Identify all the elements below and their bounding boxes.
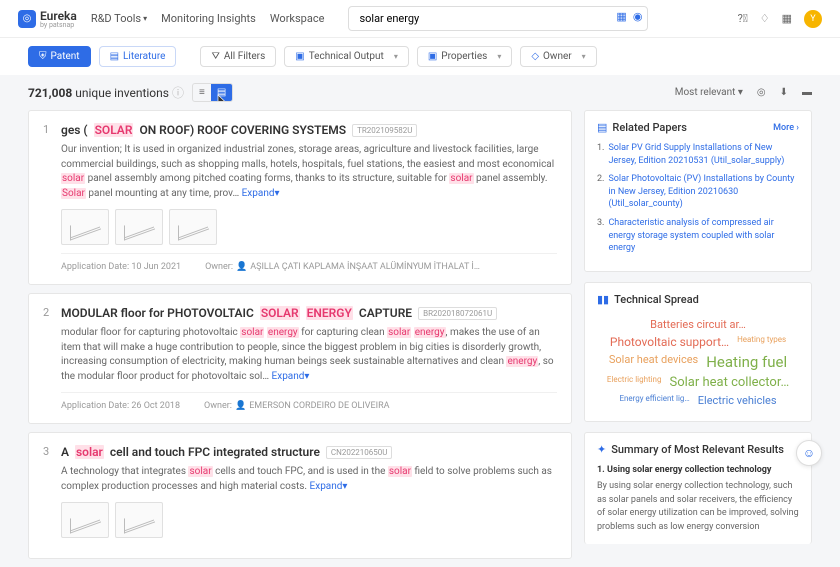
view-toggle[interactable]: ≡ ▤ [192, 83, 233, 102]
owner: Owner: 👤 AŞILLA ÇATI KAPLAMA İNŞAAT ALÜM… [205, 262, 480, 272]
logo-subtext: by patsnap [40, 21, 77, 29]
tab-literature[interactable]: ▤Literature [99, 46, 177, 67]
bell-icon[interactable]: ♢ [760, 12, 770, 25]
technical-spread-card: ▮▮Technical Spread Batteries circuit ar…… [584, 282, 812, 422]
view-list-icon: ≡ [193, 84, 211, 101]
result-number: 3 [43, 445, 51, 546]
cloud-term[interactable]: Solar heat devices [609, 353, 698, 371]
cloud-term[interactable]: Heating types [737, 335, 786, 349]
more-link[interactable]: More › [773, 123, 799, 133]
cloud-term[interactable]: Batteries circuit ar… [650, 318, 746, 331]
result-snippet: modular floor for capturing photovoltaic… [61, 326, 557, 384]
tab-patent[interactable]: ⛨Patent [28, 46, 91, 67]
camera-icon[interactable]: ◉ [633, 10, 643, 23]
result-number: 2 [43, 306, 51, 411]
result-item[interactable]: 3 A solar cell and touch FPC integrated … [29, 433, 571, 558]
apps-icon[interactable]: ▦ [782, 12, 792, 25]
application-date: Application Date: 10 Jun 2021 [61, 262, 181, 272]
cloud-term[interactable]: Electric lighting [607, 375, 662, 390]
filter-properties[interactable]: ▣Properties▾ [417, 46, 513, 67]
patent-id-tag: TR202109582U [352, 124, 417, 137]
nav-rd-tools[interactable]: R&D Tools▾ [91, 12, 147, 25]
download-icon[interactable]: ⬇ [780, 87, 788, 98]
chart-icon: ▮▮ [597, 293, 609, 306]
application-date: Application Date: 26 Oct 2018 [61, 401, 180, 411]
logo[interactable]: ◎ Eureka by patsnap [18, 9, 77, 29]
qr-icon[interactable]: ▦ [616, 10, 626, 23]
result-thumbnail[interactable] [115, 502, 163, 538]
assistant-button[interactable]: ☺ [796, 440, 822, 466]
save-icon[interactable]: ▬ [802, 87, 812, 98]
result-title[interactable]: A solar cell and touch FPC integrated st… [61, 445, 557, 459]
papers-icon: ▤ [597, 121, 607, 134]
search-input[interactable] [348, 6, 648, 31]
filter-tech-output[interactable]: ▣Technical Output▾ [284, 46, 409, 67]
cloud-term[interactable]: Electric vehicles [698, 394, 777, 407]
result-number: 1 [43, 123, 51, 272]
related-paper[interactable]: 2.Solar Photovoltaic (PV) Installations … [597, 173, 799, 211]
cloud-term[interactable]: Energy efficient lig… [619, 394, 689, 407]
logo-icon: ◎ [18, 10, 36, 28]
result-item[interactable]: 1 ges (SOLAR ON ROOF) ROOF COVERING SYST… [29, 111, 571, 284]
related-paper[interactable]: 3.Characteristic analysis of compressed … [597, 217, 799, 255]
owner: Owner: 👤 EMERSON CORDEIRO DE OLIVEIRA [204, 401, 389, 411]
sparkle-icon: ✦ [597, 443, 606, 456]
result-title[interactable]: MODULAR floor for PHOTOVOLTAIC SOLAR ENE… [61, 306, 557, 320]
cloud-term[interactable]: Heating fuel [706, 353, 787, 371]
sort-dropdown[interactable]: Most relevant ▾ [675, 87, 743, 98]
search-box: ▦ ◉ [348, 6, 648, 31]
related-paper[interactable]: 1.Solar PV Grid Supply Installations of … [597, 142, 799, 167]
cloud-term[interactable]: Solar heat collector… [669, 375, 789, 390]
avatar[interactable]: Y [804, 10, 822, 28]
nav-monitoring[interactable]: Monitoring Insights [161, 12, 256, 25]
help-icon[interactable]: ?⃝ [738, 12, 748, 25]
expand-link[interactable]: Expand▾ [272, 371, 310, 382]
patent-id-tag: BR202018072061U [418, 307, 497, 320]
patent-id-tag: CN202210650U [326, 446, 393, 459]
expand-link[interactable]: Expand▾ [310, 481, 348, 492]
filter-all[interactable]: ⛛All Filters [200, 46, 276, 67]
expand-link[interactable]: Expand▾ [242, 188, 280, 199]
result-snippet: A technology that integrates solar cells… [61, 465, 557, 494]
result-thumbnail[interactable] [115, 209, 163, 245]
result-title[interactable]: ges (SOLAR ON ROOF) ROOF COVERING SYSTEM… [61, 123, 557, 137]
nav-workspace[interactable]: Workspace [270, 12, 325, 25]
result-thumbnail[interactable] [169, 209, 217, 245]
result-thumbnail[interactable] [61, 502, 109, 538]
view-grid-icon: ▤ [211, 84, 232, 101]
chevron-down-icon: ▾ [143, 14, 147, 23]
result-snippet: Our invention; It is used in organized i… [61, 143, 557, 201]
target-icon[interactable]: ◎ [757, 87, 766, 98]
result-count: 721,008 unique inventions ⓘ [28, 84, 184, 101]
cloud-term[interactable]: Photovoltaic support… [610, 335, 729, 349]
result-thumbnail[interactable] [61, 209, 109, 245]
summary-card: ✦Summary of Most Relevant Results 1. Usi… [584, 432, 812, 545]
filter-owner[interactable]: ◇Owner▾ [520, 46, 596, 67]
result-item[interactable]: 2 MODULAR floor for PHOTOVOLTAIC SOLAR E… [29, 294, 571, 423]
related-papers-card: ▤Related PapersMore › 1.Solar PV Grid Su… [584, 110, 812, 272]
